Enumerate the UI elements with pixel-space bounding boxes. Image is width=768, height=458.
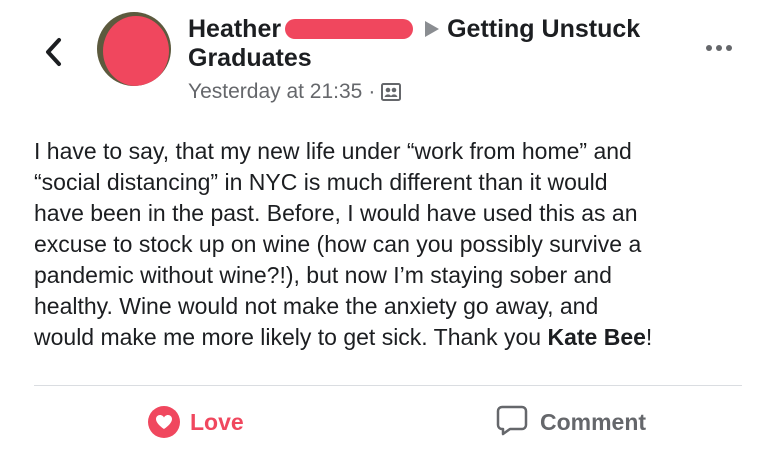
more-options-button[interactable]: [696, 34, 742, 62]
post-text-line: have been in the past. Before, I would h…: [34, 200, 638, 226]
more-dot: [726, 45, 732, 51]
post-text-line: excuse to stock up on wine (how can you …: [34, 231, 642, 257]
love-button[interactable]: Love: [148, 406, 244, 438]
post-text-line-last: would make me more likely to get sick. T…: [34, 322, 754, 353]
author-group-line: Heather Getting Unstuck: [188, 12, 640, 46]
post-text-fragment: !: [645, 324, 653, 350]
name-redaction: [285, 19, 414, 39]
comment-button[interactable]: Comment: [496, 404, 647, 441]
post-text-line: I have to say, that my new life under “w…: [34, 138, 632, 164]
mention-link[interactable]: Kate Bee: [547, 324, 645, 350]
arrow-right-icon: [425, 21, 440, 37]
group-audience-icon: [381, 83, 402, 101]
post-text-line: pandemic without wine?!), but now I’m st…: [34, 262, 612, 288]
timestamp[interactable]: Yesterday at 21:35: [188, 80, 362, 104]
more-dot: [706, 45, 712, 51]
heart-icon: [148, 406, 180, 438]
avatar-redaction: [103, 16, 169, 86]
post-text-line: “social distancing” in NYC is much diffe…: [34, 169, 608, 195]
love-label: Love: [190, 408, 244, 435]
post-text: I have to say, that my new life under “w…: [34, 136, 754, 353]
avatar[interactable]: [97, 12, 171, 86]
group-name-continued[interactable]: Graduates: [188, 44, 312, 73]
back-button[interactable]: [38, 34, 68, 70]
comment-bubble-icon: [496, 404, 528, 441]
group-name[interactable]: Getting Unstuck: [447, 15, 640, 44]
post-meta: Yesterday at 21:35 ·: [188, 80, 402, 104]
action-bar: Love Comment: [0, 386, 768, 458]
author-name[interactable]: Heather: [188, 15, 281, 44]
meta-separator: ·: [368, 80, 376, 103]
more-dot: [716, 45, 722, 51]
post-text-line: healthy. Wine would not make the anxiety…: [34, 293, 599, 319]
chevron-left-icon: [46, 38, 61, 66]
post-text-fragment: would make me more likely to get sick. T…: [34, 324, 548, 350]
post-header: Heather Getting Unstuck Graduates Yester…: [0, 0, 768, 110]
comment-label: Comment: [540, 408, 647, 435]
